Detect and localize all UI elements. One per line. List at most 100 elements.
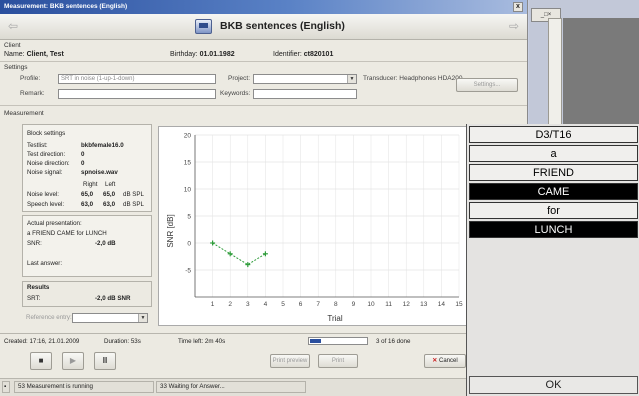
- x-tick-label: 5: [281, 301, 285, 308]
- x-tick-label: 10: [367, 301, 375, 308]
- birthday-row: Birthday: 01.01.1982: [170, 51, 235, 58]
- remark-label: Remark:: [20, 90, 45, 97]
- measurement-window: Measurement: BKB sentences (English) x ⇦…: [0, 0, 528, 396]
- time-left-text: Time left: 2m 40s: [178, 338, 226, 345]
- actual-presentation-label: Actual presentation:: [27, 220, 82, 227]
- word-button[interactable]: FRIEND: [469, 164, 638, 181]
- chevron-down-icon[interactable]: ▼: [138, 314, 147, 322]
- status-bar: ▪ 53 Measurement is running 33 Waiting f…: [0, 378, 528, 396]
- project-label: Project:: [228, 75, 251, 82]
- y-tick-label: -5: [185, 268, 191, 275]
- running-status: 53 Measurement is running: [14, 381, 154, 393]
- cancel-label: Cancel: [439, 358, 458, 364]
- print-button[interactable]: Print: [318, 354, 358, 368]
- reference-entry-select[interactable]: ▼: [72, 313, 148, 323]
- keywords-label: Keywords:: [220, 90, 251, 97]
- word-button[interactable]: CAME: [469, 183, 638, 200]
- birthday-label: Birthday:: [170, 51, 198, 58]
- identifier-label: Identifier:: [273, 51, 302, 58]
- transducer-label: Transducer: Headphones HDA200: [363, 75, 463, 82]
- word-button[interactable]: LUNCH: [469, 221, 638, 238]
- test-direction-value: 0: [81, 151, 85, 158]
- client-section: Client Name: Client, Test Birthday: 01.0…: [0, 40, 527, 62]
- block-settings-title: Block settings: [27, 130, 66, 137]
- speech-right: 63,0: [81, 201, 94, 208]
- last-answer-label: Last answer:: [27, 260, 63, 267]
- x-axis-label: Trial: [327, 314, 342, 323]
- ok-button[interactable]: OK: [469, 376, 638, 394]
- stop-button[interactable]: ■: [30, 352, 52, 370]
- actual-sentence: a FRIEND CAME for LUNCH: [27, 230, 107, 237]
- identifier-row: Identifier: ct820101: [273, 51, 333, 58]
- y-tick-label: 15: [184, 160, 192, 167]
- y-tick-label: 0: [187, 241, 191, 248]
- keywords-input[interactable]: [253, 89, 357, 99]
- project-select[interactable]: ▼: [253, 74, 357, 84]
- noise-level-label: Noise level:: [27, 191, 59, 198]
- testlist-value: bkbfemale16.0: [81, 142, 124, 149]
- duration-text: Duration: 53s: [104, 338, 141, 345]
- response-panel: D3/T16 a FRIEND CAME for LUNCH OK: [466, 124, 639, 396]
- srt-value: -2,0 dB SNR: [95, 295, 131, 302]
- remark-input[interactable]: [58, 89, 216, 99]
- noise-signal-value: spnoise.wav: [81, 169, 118, 176]
- cancel-x-icon: ✕: [432, 358, 438, 364]
- results-box: Results SRT: -2,0 dB SNR: [22, 281, 152, 307]
- x-tick-label: 1: [211, 301, 215, 308]
- x-tick-label: 15: [455, 301, 463, 308]
- x-tick-label: 14: [438, 301, 446, 308]
- profile-value: SRT in noise (1-up-1-down): [61, 76, 135, 82]
- snr-value: -2,0 dB: [95, 240, 116, 247]
- side-strip: [548, 18, 562, 128]
- profile-label: Profile:: [20, 75, 41, 82]
- done-text: 3 of 16 done: [376, 338, 411, 345]
- testlist-label: Testlist:: [27, 142, 48, 149]
- snr-label: SNR:: [27, 240, 42, 247]
- save-icon: ▪: [2, 381, 10, 393]
- forward-arrow-icon[interactable]: ⇨: [509, 19, 519, 33]
- gray-area: [563, 18, 639, 128]
- x-tick-label: 3: [246, 301, 250, 308]
- x-tick-label: 11: [385, 301, 392, 308]
- created-text: Created: 17:16, 21.01.2009: [4, 338, 80, 345]
- chevron-down-icon[interactable]: ▼: [347, 75, 356, 83]
- pause-button[interactable]: II: [94, 352, 116, 370]
- word-button[interactable]: for: [469, 202, 638, 219]
- close-button[interactable]: x: [513, 2, 523, 12]
- speech-unit: dB SPL: [123, 201, 144, 208]
- waiting-status: 33 Waiting for Answer...: [156, 381, 306, 393]
- page-title: BKB sentences (English): [220, 20, 345, 32]
- progress-bar: [308, 337, 368, 345]
- y-axis-label: SNR [dB]: [166, 214, 175, 247]
- response-title: D3/T16: [469, 126, 638, 143]
- client-name: Client, Test: [26, 51, 64, 58]
- print-preview-button[interactable]: Print preview: [270, 354, 310, 368]
- speech-left: 63,0: [103, 201, 116, 208]
- left-column-label: Left: [105, 181, 116, 188]
- results-label: Results: [27, 284, 50, 291]
- speech-level-label: Speech level:: [27, 201, 65, 208]
- word-button[interactable]: a: [469, 145, 638, 162]
- back-arrow-icon[interactable]: ⇦: [8, 19, 18, 33]
- series-line: [212, 242, 266, 266]
- profile-select[interactable]: SRT in noise (1-up-1-down): [58, 74, 216, 84]
- monitor-icon: [195, 19, 212, 34]
- play-button[interactable]: ▶: [62, 352, 84, 370]
- cancel-button[interactable]: ✕ Cancel: [424, 354, 466, 368]
- x-tick-label: 9: [352, 301, 356, 308]
- chart-svg: -5051015201 2 3 4 5 6 7 8 9 10 11 12 13 14 15 SNR [dB]…: [166, 133, 463, 324]
- noise-unit: dB SPL: [123, 191, 144, 198]
- client-label: Client: [4, 42, 21, 49]
- noise-direction-value: 0: [81, 160, 85, 167]
- y-tick-label: 20: [184, 133, 192, 140]
- x-tick-label: 2: [228, 301, 232, 308]
- block-settings-box: Block settings Testlist: bkbfemale16.0 T…: [22, 124, 152, 212]
- window-title: Measurement: BKB sentences (English): [4, 3, 128, 10]
- progress-fill: [310, 339, 321, 343]
- measurement-section: Measurement Block settings Testlist: bkb…: [0, 108, 528, 330]
- settings-button[interactable]: Settings...: [456, 78, 518, 92]
- noise-direction-label: Noise direction:: [27, 160, 70, 167]
- x-tick-label: 13: [420, 301, 428, 308]
- noise-signal-label: Noise signal:: [27, 169, 63, 176]
- x-tick-label: 12: [403, 301, 411, 308]
